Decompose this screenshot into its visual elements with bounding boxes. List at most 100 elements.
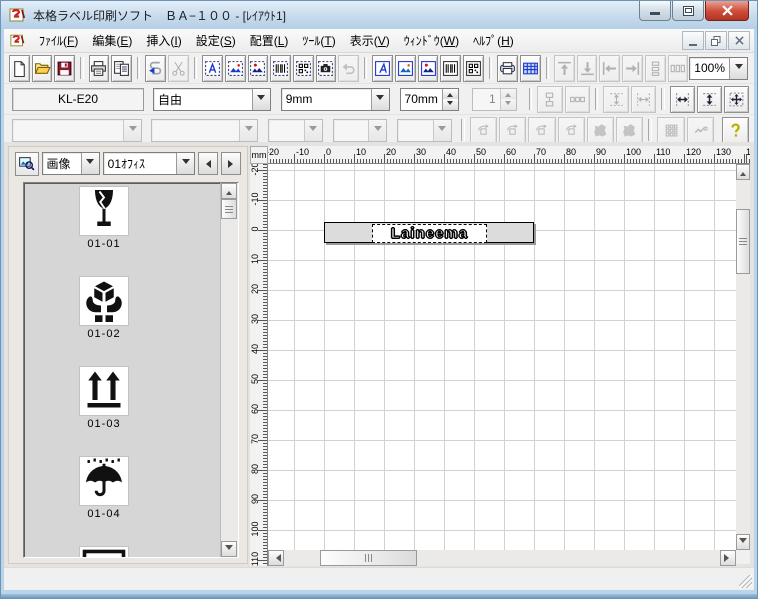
- insert-qr-frame-button[interactable]: [292, 54, 314, 82]
- clipart-object-button[interactable]: [417, 54, 439, 82]
- child-close-button[interactable]: [728, 31, 750, 50]
- image-list-item[interactable]: 01-02: [54, 277, 154, 340]
- palette-prev-button[interactable]: [198, 152, 219, 175]
- floppy-save-icon: [56, 60, 73, 77]
- scroll-left-button[interactable]: [268, 550, 284, 566]
- canvas-vertical-scrollbar[interactable]: [736, 164, 750, 550]
- image-item-label: 01-03: [87, 418, 121, 430]
- scrollbar-thumb[interactable]: [221, 199, 237, 219]
- qr-object-button[interactable]: [463, 54, 484, 82]
- table-button[interactable]: [519, 54, 541, 82]
- text-object-button[interactable]: [372, 54, 394, 82]
- tape-length-up-button[interactable]: [442, 88, 458, 99]
- fill-style-button: [586, 116, 615, 144]
- maximize-button[interactable]: [672, 1, 704, 21]
- ruler-tick-label: 40: [446, 147, 457, 157]
- scroll-right-button[interactable]: [720, 550, 736, 566]
- tape-feed-button[interactable]: [145, 54, 166, 82]
- scroll-up-button[interactable]: [221, 183, 237, 199]
- minimize-button[interactable]: [639, 1, 671, 21]
- label-canvas[interactable]: Laineema: [268, 164, 736, 550]
- menu-item[interactable]: 配置(L): [243, 30, 296, 51]
- menu-bar: ﾌｧｲﾙ(F) 編集(E) 挿入(I) 設定(S) 配置(L) ﾂｰﾙ(T) 表示(V) ｳｨ…: [4, 29, 754, 53]
- image-preview-button[interactable]: [15, 151, 39, 176]
- label-text: Laineema: [390, 225, 469, 243]
- menu-item[interactable]: ﾂｰﾙ(T): [295, 30, 342, 51]
- copies-value: 1: [488, 92, 496, 106]
- zoom-dropdown-button[interactable]: [729, 57, 747, 79]
- menu-item[interactable]: ｳｨﾝﾄﾞｳ(W): [397, 30, 466, 51]
- scroll-down-button[interactable]: [221, 541, 237, 557]
- new-file-button[interactable]: [9, 54, 30, 82]
- image-list-scrollbar[interactable]: [220, 183, 238, 557]
- rotate-right-button: [499, 116, 527, 144]
- text-frame-object[interactable]: Laineema: [372, 224, 487, 243]
- image-list-item[interactable]: 01-04: [54, 457, 154, 520]
- label-print-button[interactable]: [497, 54, 518, 82]
- insert-barcode-frame-button[interactable]: [270, 54, 291, 82]
- zoom-select[interactable]: 100%: [689, 56, 748, 80]
- camera-frame-icon: [317, 60, 334, 77]
- thumb-grip: [225, 205, 233, 213]
- tape-label-object[interactable]: Laineema: [324, 222, 534, 243]
- block-stack-icon: [541, 91, 558, 108]
- fit-width-button[interactable]: [669, 85, 695, 113]
- image-list-item[interactable]: 01-03: [54, 367, 154, 430]
- menu-item[interactable]: ﾍﾙﾌﾟ(H): [466, 30, 521, 51]
- insert-text-frame-button[interactable]: [202, 54, 223, 82]
- picture-frame-icon: [80, 547, 128, 557]
- horizontal-spacing-icon: [635, 91, 652, 108]
- scroll-up-button[interactable]: [736, 164, 750, 180]
- palette-set-select[interactable]: 01ｵﾌｨｽ: [102, 152, 196, 175]
- canvas-horizontal-scrollbar[interactable]: [268, 550, 736, 566]
- menu-item[interactable]: ﾌｧｲﾙ(F): [32, 30, 85, 51]
- tape-width-dropdown-button[interactable]: [370, 88, 389, 110]
- scroll-down-button[interactable]: [736, 534, 750, 550]
- menu-item[interactable]: 設定(S): [189, 30, 243, 51]
- barcode-object-button[interactable]: [440, 54, 462, 82]
- image-list-item[interactable]: 01-05: [54, 547, 154, 557]
- palette-set-dropdown-button[interactable]: [176, 153, 195, 174]
- tape-width-select[interactable]: 9mm: [280, 87, 390, 111]
- close-button[interactable]: [705, 1, 749, 21]
- menu-item[interactable]: 表示(V): [343, 30, 397, 51]
- tape-length-spinner[interactable]: 70mm: [399, 87, 459, 111]
- scrollbar-thumb[interactable]: [736, 209, 750, 274]
- palette-next-button[interactable]: [221, 152, 241, 175]
- child-minimize-button[interactable]: [682, 31, 704, 50]
- keep-dry-icon: [80, 457, 128, 505]
- child-restore-button[interactable]: [705, 31, 727, 50]
- handle-with-care-icon: [80, 277, 128, 325]
- print-button[interactable]: [88, 54, 110, 82]
- image-item-label: 01-02: [87, 328, 121, 340]
- scrollbar-thumb[interactable]: [320, 550, 417, 566]
- tape-length-down-button[interactable]: [442, 99, 458, 110]
- help-button[interactable]: [721, 116, 750, 144]
- image-list-item[interactable]: 01-01: [54, 187, 154, 250]
- fit-height-button[interactable]: [696, 85, 722, 113]
- menu-item[interactable]: 挿入(I): [139, 30, 188, 51]
- menu-item[interactable]: 編集(E): [85, 30, 139, 51]
- label-printer-icon: [499, 60, 516, 77]
- palette-category-select[interactable]: 画像: [41, 152, 100, 175]
- insert-photo-frame-button[interactable]: [315, 54, 337, 82]
- clipart-frame-icon: [249, 60, 266, 77]
- tape-kind-select[interactable]: 自由: [152, 87, 271, 111]
- status-bar: [4, 567, 754, 590]
- fit-both-button[interactable]: [723, 85, 749, 113]
- print-preview-button[interactable]: [111, 54, 132, 82]
- ruler-tick-label: 70: [536, 147, 547, 157]
- ruler-tick-label: 100: [250, 521, 260, 537]
- resize-grip[interactable]: [739, 575, 752, 588]
- child-restore-icon: [711, 35, 721, 46]
- chevron-down-icon: [376, 94, 385, 104]
- image-object-button[interactable]: [395, 54, 416, 82]
- insert-clipart-frame-button[interactable]: [247, 54, 269, 82]
- main-toolbar: 100%: [4, 53, 754, 84]
- open-file-button[interactable]: [31, 54, 53, 82]
- insert-image-frame-button[interactable]: [224, 54, 246, 82]
- save-button[interactable]: [54, 54, 76, 82]
- palette-category-dropdown-button[interactable]: [80, 153, 99, 174]
- distribute-horizontal-button: [667, 54, 689, 82]
- tape-kind-dropdown-button[interactable]: [251, 88, 270, 110]
